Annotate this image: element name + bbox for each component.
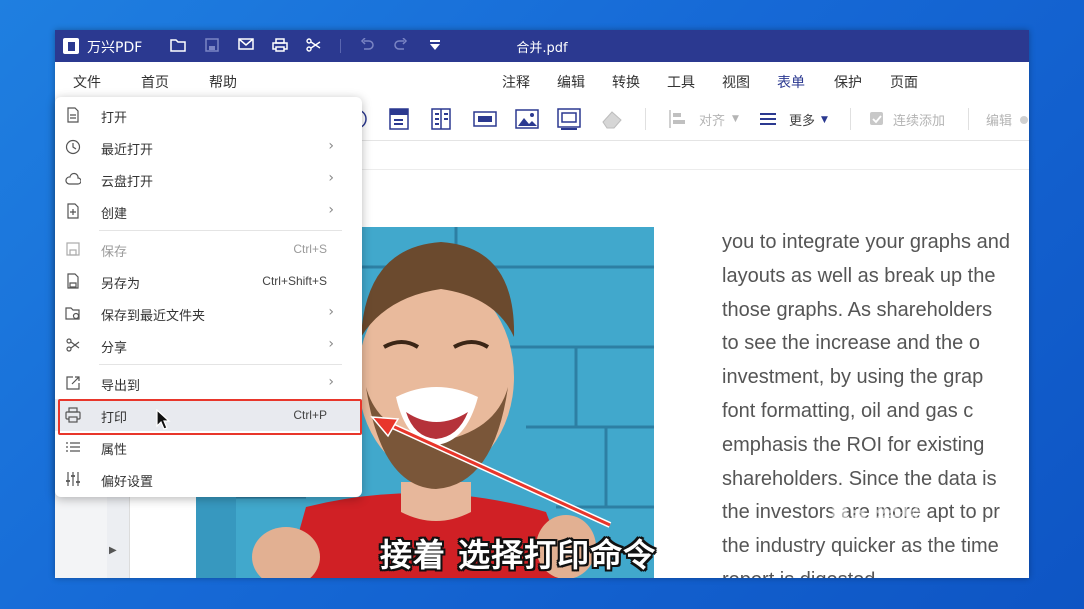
watermark-url: jingyan.baidu.com (840, 560, 945, 575)
mouse-cursor-icon (156, 409, 171, 430)
tutorial-caption: 接着 选择打印命令 (380, 536, 657, 574)
watermark: Bai经验 (830, 501, 929, 531)
